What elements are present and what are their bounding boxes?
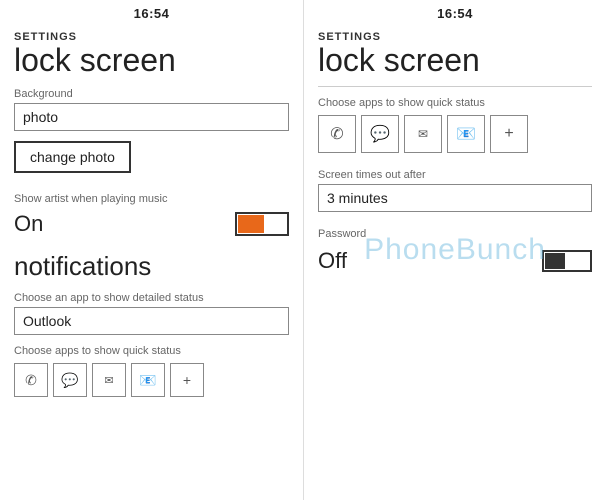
quick-status-label-left: Choose apps to show quick status <box>14 345 289 357</box>
toggle-on-part <box>238 215 264 233</box>
left-panel: 16:54 SETTINGS lock screen Background ch… <box>0 0 303 500</box>
quick-status-phone[interactable]: ✆ <box>14 363 48 397</box>
page-title-right: lock screen <box>318 43 592 78</box>
background-label: Background <box>14 88 289 100</box>
quick-status-r-outlook[interactable]: ✉ <box>404 115 442 153</box>
quick-status-row-right: ✆ 💬 ✉ 📧 + <box>318 115 592 153</box>
status-bar-right: 16:54 <box>318 0 592 25</box>
quick-status-r-msg[interactable]: 💬 <box>361 115 399 153</box>
password-label: Password <box>318 228 592 240</box>
password-toggle[interactable] <box>542 250 592 272</box>
page-title-left: lock screen <box>14 43 289 78</box>
divider <box>318 86 592 87</box>
password-toggle-thumb <box>545 253 565 269</box>
detailed-status-input[interactable] <box>14 307 289 335</box>
music-field-label: Show artist when playing music <box>14 193 289 205</box>
detailed-status-label: Choose an app to show detailed status <box>14 292 289 304</box>
quick-status-msg[interactable]: 💬 <box>53 363 87 397</box>
quick-status-r-email[interactable]: 📧 <box>447 115 485 153</box>
quick-status-row-left: ✆ 💬 ✉ 📧 + <box>14 363 289 397</box>
background-input[interactable] <box>14 103 289 131</box>
quick-status-outlook[interactable]: ✉ <box>92 363 126 397</box>
timeout-label: Screen times out after <box>318 169 592 181</box>
music-toggle-row: On <box>14 211 289 237</box>
quick-status-add[interactable]: + <box>170 363 204 397</box>
right-panel: PhoneBunch 16:54 SETTINGS lock screen Ch… <box>303 0 606 500</box>
quick-status-r-phone[interactable]: ✆ <box>318 115 356 153</box>
password-row: Off <box>318 248 592 274</box>
quick-status-label-right: Choose apps to show quick status <box>318 97 592 109</box>
quick-status-email[interactable]: 📧 <box>131 363 165 397</box>
status-bar-left: 16:54 <box>14 0 289 25</box>
on-label: On <box>14 211 43 237</box>
quick-status-r-add[interactable]: + <box>490 115 528 153</box>
notifications-title: notifications <box>14 251 289 282</box>
music-toggle[interactable] <box>235 212 289 236</box>
timeout-input[interactable] <box>318 184 592 212</box>
off-label: Off <box>318 248 347 274</box>
change-photo-button[interactable]: change photo <box>14 141 131 173</box>
